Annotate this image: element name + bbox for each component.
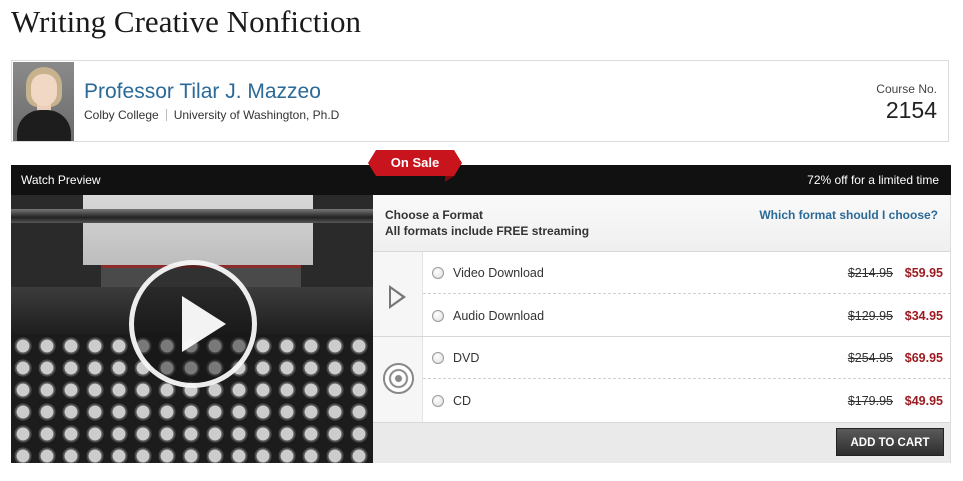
digital-formats-group: Video Download $214.95 $59.95 Audio Down… (373, 252, 951, 337)
professor-card: Professor Tilar J. Mazzeo Colby College U… (11, 60, 949, 142)
professor-affiliations: Colby College University of Washington, P… (84, 108, 339, 122)
affiliation-college: Colby College (84, 108, 159, 122)
format-label: CD (453, 394, 472, 408)
physical-formats-group: DVD $254.95 $69.95 CD $179.95 $49.95 (373, 337, 951, 423)
sale-price: $69.95 (904, 351, 943, 365)
watch-preview-label[interactable]: Watch Preview (21, 173, 101, 187)
format-option-cd[interactable]: CD $179.95 $49.95 (423, 380, 951, 422)
format-footer: ADD TO CART (373, 423, 950, 463)
disc-icon (383, 363, 414, 394)
format-title: Choose a Format (385, 208, 484, 222)
course-number: 2154 (885, 97, 937, 123)
offer-bar: Watch Preview 72% off for a limited time (11, 165, 951, 195)
format-panel: Choose a Format All formats include FREE… (373, 195, 951, 463)
on-sale-badge: On Sale (368, 150, 462, 176)
radio-cd[interactable] (432, 395, 444, 407)
format-label: Audio Download (453, 309, 545, 323)
format-header: Choose a Format All formats include FREE… (373, 195, 950, 252)
discount-text: 72% off for a limited time (807, 173, 939, 187)
original-price: $179.95 (847, 394, 893, 408)
on-sale-badge-fold (445, 176, 454, 182)
format-option-video-download[interactable]: Video Download $214.95 $59.95 (423, 252, 951, 294)
format-label: Video Download (453, 266, 544, 280)
sale-price: $59.95 (904, 266, 943, 280)
format-option-audio-download[interactable]: Audio Download $129.95 $34.95 (423, 295, 951, 337)
radio-audio-download[interactable] (432, 310, 444, 322)
sale-price: $34.95 (904, 309, 943, 323)
add-to-cart-button[interactable]: ADD TO CART (836, 428, 944, 456)
format-subtitle: All formats include FREE streaming (385, 224, 590, 238)
play-outline-icon (389, 285, 406, 309)
format-option-dvd[interactable]: DVD $254.95 $69.95 (423, 337, 951, 379)
original-price: $214.95 (847, 266, 893, 280)
radio-dvd[interactable] (432, 352, 444, 364)
professor-avatar[interactable] (13, 62, 74, 141)
affiliation-university: University of Washington, Ph.D (173, 108, 340, 122)
sale-price: $49.95 (904, 394, 943, 408)
radio-video-download[interactable] (432, 267, 444, 279)
professor-name-link[interactable]: Professor Tilar J. Mazzeo (84, 80, 321, 104)
affiliation-divider (165, 109, 167, 121)
course-number-label: Course No. (876, 82, 937, 96)
play-circle-icon[interactable] (129, 260, 257, 388)
original-price: $129.95 (847, 309, 893, 323)
video-preview[interactable] (11, 195, 373, 463)
format-help-link[interactable]: Which format should I choose? (759, 208, 938, 222)
original-price: $254.95 (847, 351, 893, 365)
page-title: Writing Creative Nonfiction (11, 4, 361, 39)
format-label: DVD (453, 351, 480, 365)
